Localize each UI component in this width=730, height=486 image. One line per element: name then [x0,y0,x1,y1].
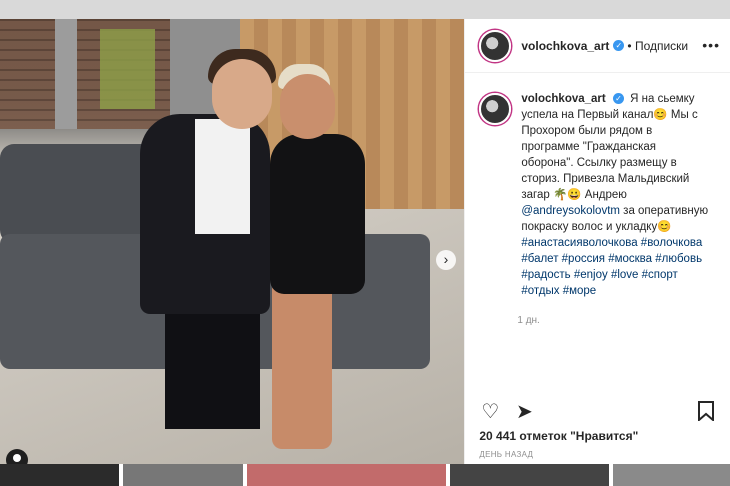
verified-badge-icon: ✓ [612,93,624,105]
mention-link[interactable]: @andreysokolovtm [521,205,620,217]
caption-text: Я на сьемку успела на Первый канал😊 Мы с… [521,93,698,201]
likes-count[interactable]: 20 441 отметок "Нравится" [479,429,638,443]
post-photo[interactable]: › [0,19,465,464]
thumbnail[interactable] [449,464,609,486]
post-caption: volochkova_art ✓ Я на сьемку успела на П… [465,73,730,299]
following-button[interactable]: • Подписки [627,39,688,53]
avatar[interactable] [479,29,512,62]
hashtag-links[interactable]: #анастасияволочкова #волочкова #балет #р… [521,237,702,297]
thumbnail[interactable] [246,464,446,486]
post-sidebar: volochkova_art ✓ • Подписки ••• volochko… [464,19,730,464]
action-bar: ♡ ➤ [479,401,717,423]
scene-screen [100,29,155,109]
person-woman-head [280,74,335,139]
bookmark-icon[interactable] [695,401,717,423]
thumbnail-strip [0,464,730,486]
person-man-head [212,59,272,129]
caption-age: 1 дн. [517,315,540,326]
like-heart-icon[interactable]: ♡ [479,401,501,423]
person-woman-body [270,134,365,294]
thumbnail[interactable] [123,464,243,486]
verified-badge-icon: ✓ [613,40,625,51]
person-man-shirt [195,119,250,234]
caption-body: volochkova_art ✓ Я на сьемку успела на П… [521,91,711,299]
post-header: volochkova_art ✓ • Подписки ••• [465,19,730,73]
post-modal: › volochkova_art ✓ • Подписки ••• voloch… [0,19,730,464]
thumbnail[interactable] [612,464,730,486]
share-icon[interactable]: ➤ [513,401,535,423]
carousel-next-icon[interactable]: › [436,250,456,270]
post-date: ДЕНЬ НАЗАД [479,450,534,459]
caption-avatar[interactable] [479,93,512,125]
more-options-icon[interactable]: ••• [702,37,720,53]
scene-pillar [55,19,77,129]
tagged-user-icon[interactable] [6,449,28,464]
thumbnail[interactable] [0,464,120,486]
username-link[interactable]: volochkova_art [521,39,609,53]
person-woman-legs [272,279,332,449]
caption-username-link[interactable]: volochkova_art [521,93,605,105]
